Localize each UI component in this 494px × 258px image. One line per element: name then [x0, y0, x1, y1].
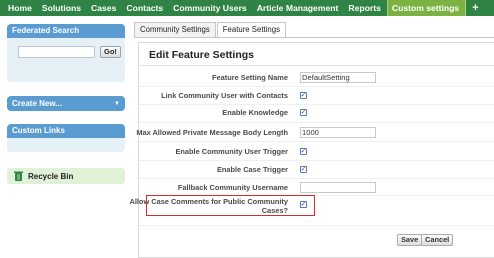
row-divider	[139, 86, 494, 87]
add-tab-button[interactable]: +	[466, 0, 484, 16]
fallback-username-input[interactable]	[300, 182, 376, 193]
community-user-trigger-checkbox[interactable]: ✓	[300, 148, 307, 155]
tab-community-users[interactable]: Community Users	[169, 0, 253, 16]
tab-custom-settings[interactable]: Custom settings	[386, 0, 467, 16]
tab-contacts[interactable]: Contacts	[122, 0, 169, 16]
title-divider	[139, 65, 494, 66]
tab-feature-settings[interactable]: Feature Settings	[216, 22, 286, 37]
recycle-bin-link[interactable]: Recycle Bin	[7, 168, 125, 184]
feature-setting-name-label: Feature Setting Name	[212, 73, 288, 82]
federated-search-box: Federated Search Go!	[7, 24, 125, 82]
enable-knowledge-label: Enable Knowledge	[222, 108, 288, 117]
highlight-box	[146, 195, 315, 216]
tab-cases[interactable]: Cases	[87, 0, 122, 16]
chevron-down-icon: ▼	[114, 100, 120, 107]
go-button[interactable]: Go!	[100, 46, 121, 58]
tab-home[interactable]: Home	[4, 0, 38, 16]
case-trigger-label: Enable Case Trigger	[216, 165, 288, 174]
top-nav-bar: Home Solutions Cases Contacts Community …	[0, 0, 494, 16]
row-divider	[139, 122, 494, 123]
link-community-user-label: Link Community User with Contacts	[161, 91, 288, 100]
create-new-dropdown[interactable]: Create New... ▼	[7, 96, 125, 111]
row-divider	[139, 104, 494, 105]
feature-setting-name-input[interactable]: DefaultSetting	[300, 72, 376, 83]
row-divider	[139, 160, 494, 161]
row-divider	[139, 178, 494, 179]
custom-links-title: Custom Links	[7, 124, 125, 138]
save-button[interactable]: Save	[397, 234, 423, 246]
settings-subtabs: Community Settings Feature Settings	[134, 22, 287, 37]
link-community-user-checkbox[interactable]: ✓	[300, 92, 307, 99]
row-divider	[139, 225, 494, 226]
max-message-length-input[interactable]: 1000	[300, 127, 376, 138]
cancel-button[interactable]: Cancel	[421, 234, 454, 246]
tab-community-settings[interactable]: Community Settings	[134, 22, 216, 37]
recycle-bin-label: Recycle Bin	[28, 171, 74, 181]
page-title: Edit Feature Settings	[149, 49, 255, 61]
federated-search-input[interactable]	[18, 46, 95, 58]
tab-reports[interactable]: Reports	[344, 0, 386, 16]
federated-search-title: Federated Search	[7, 24, 125, 38]
recycle-bin-icon	[14, 171, 23, 181]
max-message-length-label: Max Allowed Private Message Body Length	[136, 128, 288, 137]
case-trigger-checkbox[interactable]: ✓	[300, 166, 307, 173]
tab-solutions[interactable]: Solutions	[38, 0, 87, 16]
custom-links-box: Custom Links	[7, 124, 125, 152]
community-user-trigger-label: Enable Community User Trigger	[175, 147, 288, 156]
subtabs-divider	[134, 37, 494, 38]
enable-knowledge-checkbox[interactable]: ✓	[300, 109, 307, 116]
edit-feature-settings-panel: Edit Feature Settings Feature Setting Na…	[129, 42, 494, 258]
create-new-label: Create New...	[12, 99, 62, 108]
row-divider	[139, 141, 494, 142]
tab-article-management[interactable]: Article Management	[253, 0, 345, 16]
fallback-username-label: Fallback Community Username	[177, 183, 288, 192]
sidebar: Federated Search Go! Create New... ▼ Cus…	[0, 16, 132, 258]
